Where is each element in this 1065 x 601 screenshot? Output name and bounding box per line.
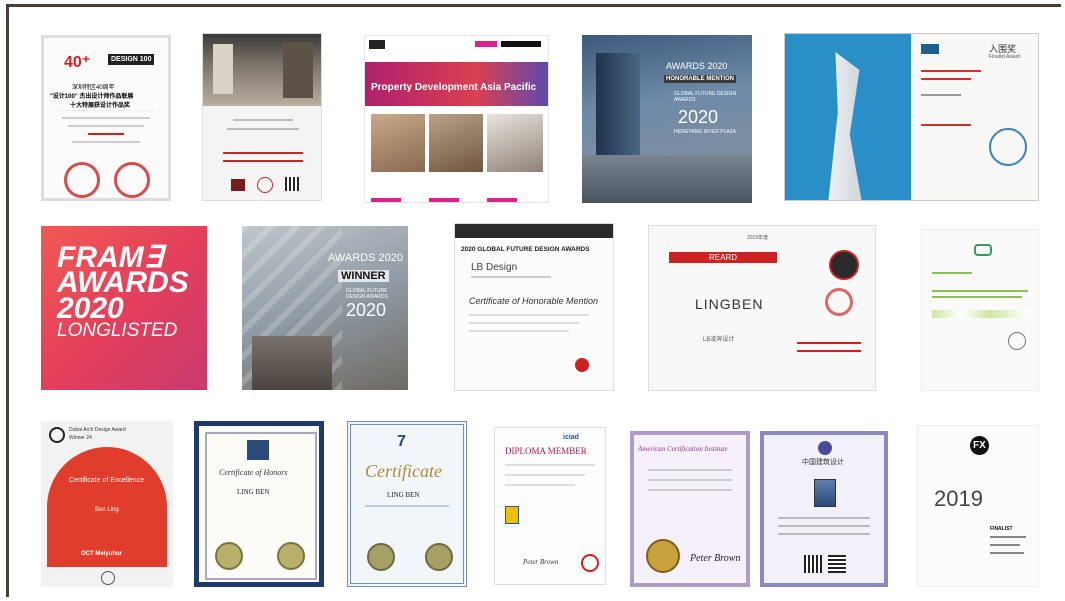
property-development-asia-pacific-tile[interactable]: Property Development Asia Pacific <box>364 35 549 203</box>
round-stamp <box>257 177 273 193</box>
recipient-name: LB Design <box>471 262 518 273</box>
hero-headline: Property Development Asia Pacific <box>371 82 537 93</box>
award-brand: Dubai Arch Design Award <box>69 427 126 433</box>
emblem-icon <box>505 506 519 524</box>
red-seal-right <box>114 162 150 198</box>
awards-2020-text: AWARDS 2020 <box>328 252 403 264</box>
70-emblem: 7 <box>397 433 406 450</box>
certificate-title: Certificate of Honors <box>219 468 288 477</box>
cert-cn-line-3: 十大特展获设计作品奖 <box>70 103 131 109</box>
design-100-certificate-tile[interactable]: 40⁺ DESIGN 100 深圳特区40周年 "设计100" 杰出设计师作品联… <box>41 35 171 201</box>
finalist-label: FINALIST <box>990 526 1013 532</box>
certificate-title: Certificate <box>365 461 442 481</box>
longlisted-text: LONGLISTED <box>57 320 178 341</box>
emblem-icon <box>818 441 832 455</box>
frame-awards-2020-tile[interactable]: FRAM∃ AWARDS 2020 LONGLISTED <box>41 226 207 390</box>
winner-award-2020-tile[interactable]: AWARDS 2020 WINNER GLOBAL FUTURE DESIGN … <box>242 226 408 390</box>
interior-photo <box>203 34 321 106</box>
gold-seal-right <box>425 543 453 571</box>
recipient-name: LING BEN <box>237 488 270 496</box>
lingben-reard-certificate-tile[interactable]: 2019年度 REARD LINGBEN LB凌奔设计 <box>648 225 876 391</box>
reard-badge <box>829 250 859 280</box>
finalist-subtitle: Finalist Award <box>989 54 1021 60</box>
lb-design-honorable-mention-tile[interactable]: 2020 GLOBAL FUTURE DESIGN AWARDS LB Desi… <box>454 223 614 391</box>
red-seal <box>581 554 599 572</box>
site-logo <box>369 40 385 49</box>
red-arch: Certificate of Excellence Ben Ling OCT M… <box>47 447 167 567</box>
certificate-of-honors-tile[interactable]: Certificate of Honors LING BEN <box>194 421 324 587</box>
diploma-title: DIPLOMA MEMBER <box>505 446 587 456</box>
red-seal-left <box>64 162 100 198</box>
certificate-title: 中国建筑设计 <box>802 459 844 466</box>
red-seal <box>575 358 589 372</box>
year-label: 2019年度 <box>747 235 769 241</box>
awards-2020-text: AWARDS 2020 <box>666 61 728 71</box>
lb-cn-label: LB凌奔设计 <box>703 337 735 343</box>
project-name: OCT Meiyuhur <box>81 551 123 557</box>
year-2020: 2020 <box>678 107 719 127</box>
design-100-logo: DESIGN 100 <box>108 54 155 65</box>
hero-banner: Property Development Asia Pacific <box>365 62 548 106</box>
certificate-page: 入围奖 Finalist Award <box>911 34 1038 200</box>
iciad-diploma-tile[interactable]: iciad DIPLOMA MEMBER Peter Brown <box>494 427 606 585</box>
cert-cn-line-1: 深圳特区40周年 <box>72 85 115 91</box>
honorable-mention-label: HONORABLE MENTION <box>664 75 736 83</box>
fx-2019-finalist-tile[interactable]: FX 2019 FINALIST <box>917 425 1039 587</box>
gold-seal-left <box>215 542 243 570</box>
project-thumb-2[interactable] <box>429 114 483 172</box>
tower-photo <box>785 34 911 200</box>
reard-banner: REARD <box>669 252 778 263</box>
year-2020: 2020 <box>346 300 387 320</box>
recipient-name: LING BEN <box>387 491 420 499</box>
cert-cn-line-2: "设计100" 杰出设计师作品联展 <box>50 94 134 100</box>
signature: Peter Brown <box>690 553 741 564</box>
gfda-label: GLOBAL FUTURE DESIGN AWARDS <box>346 288 388 300</box>
institute-title: American Certification Institute <box>638 445 728 453</box>
seal-icon <box>1008 332 1026 350</box>
american-certification-institute-tile[interactable]: American Certification Institute Peter B… <box>630 431 750 587</box>
qr-code-right <box>828 555 846 573</box>
crest-icon <box>247 440 269 460</box>
certificate-70-tile[interactable]: 7 Certificate LING BEN <box>347 421 467 587</box>
certificate-title: Certificate of Excellence <box>69 477 145 484</box>
gold-seal <box>646 539 680 573</box>
arch-design-award-certificate-tile[interactable]: Dubai Arch Design Award Winner 24 Certif… <box>41 421 173 587</box>
award-logo <box>231 179 245 191</box>
fx-logo: FX <box>970 436 989 455</box>
winner-label: WINNER <box>338 270 389 282</box>
gfda-header: 2020 GLOBAL FUTURE DESIGN AWARDS <box>461 246 590 253</box>
certificate-title: Certificate of Honorable Mention <box>469 296 599 306</box>
interior-photo-certificate-tile[interactable] <box>202 33 322 201</box>
gallery-frame: 40⁺ DESIGN 100 深圳特区40周年 "设计100" 杰出设计师作品联… <box>6 4 1061 597</box>
year-2019: 2019 <box>934 486 983 511</box>
project-thumb-3[interactable] <box>487 114 543 172</box>
40-anniversary-logo: 40⁺ <box>64 54 91 71</box>
gfda-label: GLOBAL FUTURE DESIGN AWARDS <box>674 91 737 103</box>
qr-code <box>285 177 299 191</box>
chinese-architecture-certificate-tile[interactable]: 中国建筑设计 <box>760 431 888 587</box>
signature: Peter Brown <box>523 558 559 566</box>
project-thumb-1[interactable] <box>371 114 425 172</box>
gold-seal-left <box>367 543 395 571</box>
recipient-name: Ben Ling <box>95 507 119 513</box>
project-name: HENGYANG RIVER PLAZA <box>674 129 737 135</box>
green-logo-certificate-tile[interactable] <box>921 229 1039 391</box>
green-logo <box>974 244 992 256</box>
honorable-mention-award-tile[interactable]: AWARDS 2020 HONORABLE MENTION GLOBAL FUT… <box>582 35 752 203</box>
award-subtitle: Winner 24 <box>69 435 92 441</box>
award-logo-icon <box>49 427 65 443</box>
id-photo <box>814 479 836 507</box>
gold-seal-right <box>277 542 305 570</box>
finalist-award-tower-tile[interactable]: 入围奖 Finalist Award <box>784 33 1039 201</box>
qr-code-left <box>804 555 822 573</box>
blue-seal <box>989 128 1027 166</box>
round-stamp <box>825 288 853 316</box>
iciad-logo: iciad <box>563 434 579 441</box>
lingben-brand: LINGBEN <box>695 296 764 312</box>
